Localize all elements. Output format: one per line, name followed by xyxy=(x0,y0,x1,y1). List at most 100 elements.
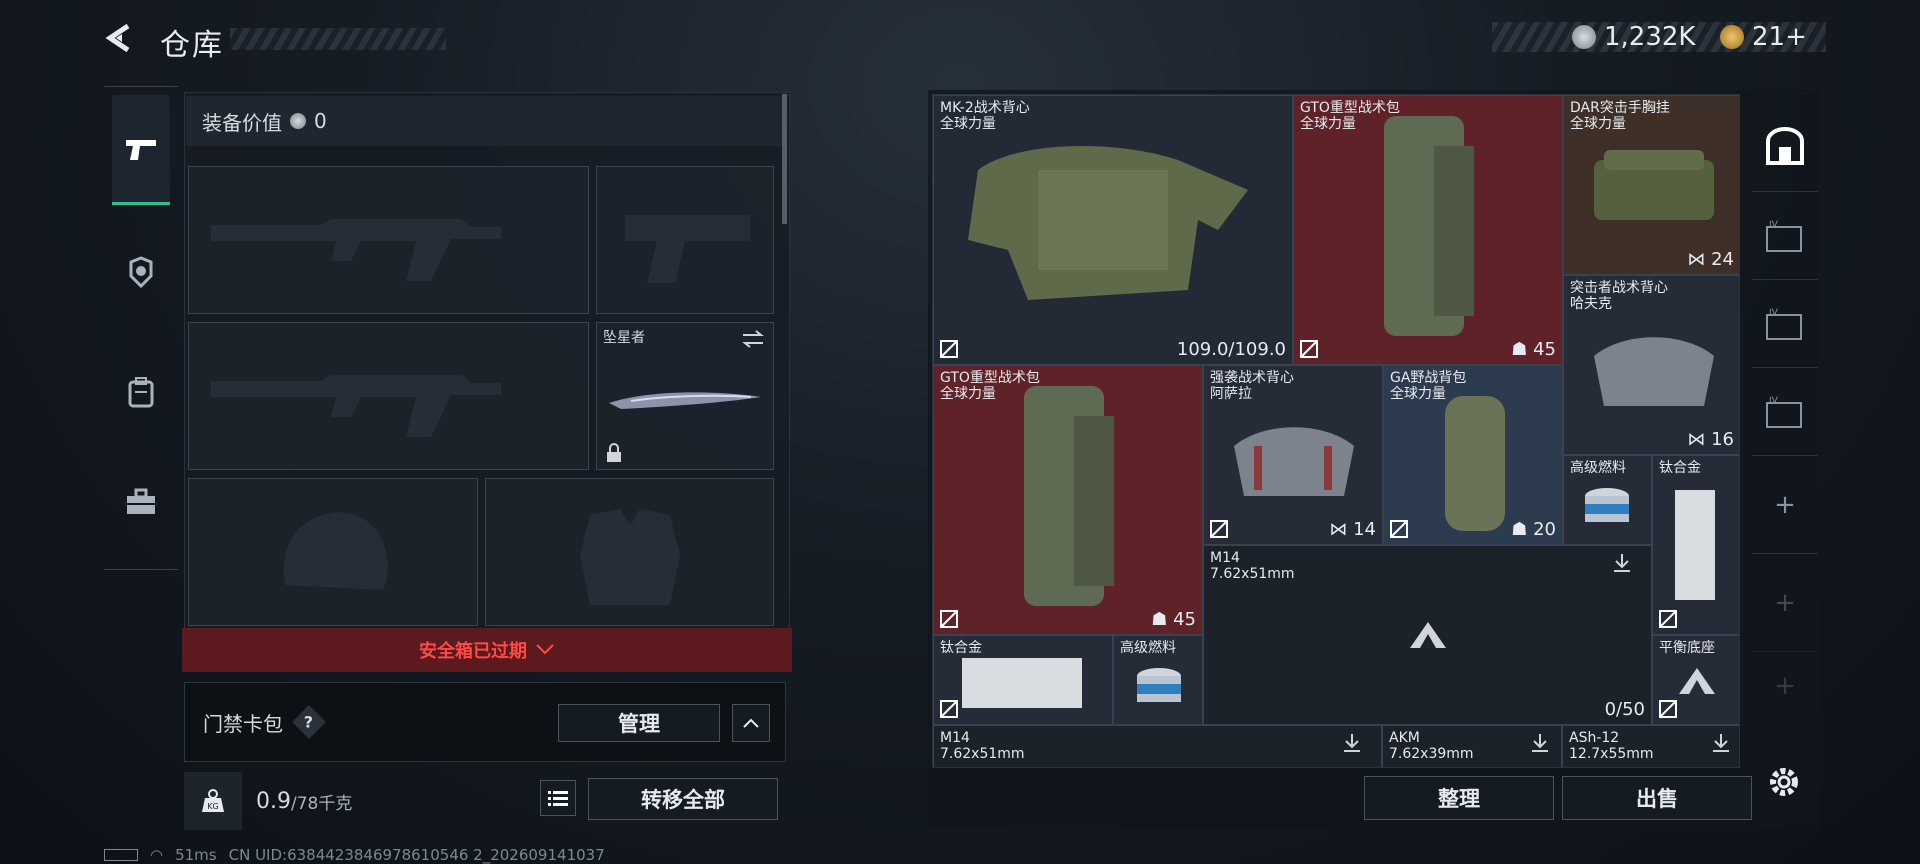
capacity: ⋈ 14 xyxy=(1329,519,1376,540)
item-name: M14 7.62x51mm xyxy=(1210,550,1295,582)
melee-slot[interactable]: 坠星者 xyxy=(596,322,774,470)
item-ga-backpack[interactable]: GA野战背包 全球力量 ☗ 20 xyxy=(1383,365,1563,545)
capacity: ☗ 45 xyxy=(1151,609,1196,630)
tab-box-3[interactable]: IV xyxy=(1752,368,1818,456)
weight-icon: KG xyxy=(184,772,242,830)
capacity: ⋈ 16 xyxy=(1687,429,1734,450)
storage-grid: MK-2战术背心 全球力量 109.0/109.0 GTO重型战术包 全球力量 ☗ … xyxy=(932,94,1740,768)
item-gto-bag-2[interactable]: GTO重型战术包 全球力量 ☗ 45 xyxy=(933,365,1203,635)
item-name: MK-2战术背心 全球力量 xyxy=(940,100,1030,132)
tab-backpack[interactable] xyxy=(112,337,170,447)
tab-box-2[interactable]: IV xyxy=(1752,280,1818,368)
item-gto-bag-1[interactable]: GTO重型战术包 全球力量 ☗ 45 xyxy=(1293,95,1563,365)
weight-capacity: /78千克 xyxy=(291,793,353,814)
no-insure-icon xyxy=(1659,700,1677,718)
item-raid-vest[interactable]: 强袭战术背心 阿萨拉 ⋈ 14 xyxy=(1203,365,1383,545)
item-name: 高级燃料 xyxy=(1120,640,1176,656)
primary-weapon-slot[interactable] xyxy=(188,166,589,314)
item-name: ASh-12 12.7x55mm xyxy=(1569,730,1654,762)
fuel-can-image xyxy=(1585,488,1629,522)
toolbox-icon xyxy=(127,488,155,514)
tab-toolbox[interactable] xyxy=(112,447,170,557)
sidearm-slot[interactable] xyxy=(596,166,774,314)
backpack-icon xyxy=(128,377,154,408)
tab-add-3: + xyxy=(1752,652,1818,720)
scrollbar[interactable] xyxy=(782,94,787,224)
svg-text:IV: IV xyxy=(1769,308,1779,318)
wifi-icon: ◠ xyxy=(150,846,164,864)
gold-currency[interactable]: 21+ xyxy=(1720,22,1807,52)
tab-add-2: + xyxy=(1752,554,1818,652)
list-view-button[interactable] xyxy=(540,780,576,816)
rifle-silhouette-icon xyxy=(211,375,501,437)
manage-button[interactable]: 管理 xyxy=(558,704,720,742)
secondary-weapon-slot[interactable] xyxy=(188,322,589,470)
item-fuel-2[interactable]: 高级燃料 xyxy=(1113,635,1203,725)
pistol-icon xyxy=(126,139,156,160)
safe-icon xyxy=(1766,126,1804,165)
chevron-up-icon xyxy=(743,718,759,728)
download-icon[interactable] xyxy=(1710,732,1732,754)
back-icon[interactable] xyxy=(102,20,138,56)
plus-icon: + xyxy=(1774,489,1796,520)
silver-currency: 1,232K xyxy=(1572,22,1695,52)
item-balance-base[interactable]: 平衡底座 xyxy=(1652,635,1739,725)
item-name: M14 7.62x51mm xyxy=(940,730,1025,762)
rifle-silhouette-icon xyxy=(211,219,501,281)
no-insure-icon xyxy=(940,700,958,718)
sort-button[interactable]: 整理 xyxy=(1364,776,1554,820)
download-icon[interactable] xyxy=(1341,732,1363,754)
item-name: 强袭战术背心 阿萨拉 xyxy=(1210,370,1294,402)
help-icon[interactable]: ? xyxy=(292,705,326,739)
title-decoration xyxy=(230,28,446,50)
download-icon[interactable] xyxy=(1611,552,1633,574)
safe-box-expired-banner[interactable]: 安全箱已过期 xyxy=(182,628,792,672)
storage-tabs: IV IV IV + + + xyxy=(1752,100,1818,720)
tab-armor[interactable] xyxy=(112,217,170,327)
silver-coin-icon xyxy=(1572,25,1596,49)
no-insure-icon xyxy=(940,610,958,628)
item-name: 钛合金 xyxy=(940,640,982,656)
svg-text:KG: KG xyxy=(207,802,218,811)
tab-add-1[interactable]: + xyxy=(1752,456,1818,554)
item-assault-vest[interactable]: 突击者战术背心 哈夫克 ⋈ 16 xyxy=(1563,275,1739,455)
swap-icon[interactable] xyxy=(741,329,765,349)
item-fuel-1[interactable]: 高级燃料 xyxy=(1563,455,1652,545)
vest-image xyxy=(1234,427,1354,496)
item-name: 高级燃料 xyxy=(1570,460,1626,476)
lock-icon xyxy=(607,443,621,462)
no-insure-icon xyxy=(1300,340,1318,358)
svg-text:IV: IV xyxy=(1769,220,1779,230)
helmet-icon xyxy=(129,256,153,288)
ping: 51ms xyxy=(175,846,217,864)
tab-weapons[interactable] xyxy=(112,95,170,205)
list-icon xyxy=(548,791,568,806)
sell-button[interactable]: 出售 xyxy=(1562,776,1752,820)
item-name: 平衡底座 xyxy=(1659,640,1715,656)
item-titanium-1[interactable]: 钛合金 xyxy=(1652,455,1739,635)
silver-coin-icon xyxy=(290,113,306,129)
collapse-button[interactable] xyxy=(732,704,770,742)
equipment-value-row: 装备价值 0 xyxy=(186,96,786,146)
tab-box-1[interactable]: IV xyxy=(1752,192,1818,280)
capacity: ☗ 20 xyxy=(1511,519,1556,540)
backpack-image xyxy=(1445,396,1505,531)
no-insure-icon xyxy=(940,340,958,358)
weight-current: 0.9 xyxy=(256,788,291,814)
helmet-slot[interactable] xyxy=(188,478,478,626)
download-icon[interactable] xyxy=(1529,732,1551,754)
armor-slot[interactable] xyxy=(485,478,774,626)
transfer-all-button[interactable]: 转移全部 xyxy=(588,778,778,820)
item-akm-row[interactable]: AKM 7.62x39mm xyxy=(1382,725,1562,767)
equipment-value: 0 xyxy=(314,109,327,133)
item-m14-mag[interactable]: M14 7.62x51mm 0/50 xyxy=(1203,545,1652,725)
tab-safe[interactable] xyxy=(1752,100,1818,192)
item-ash12-row[interactable]: ASh-12 12.7x55mm xyxy=(1562,725,1739,767)
item-titanium-2[interactable]: 钛合金 xyxy=(933,635,1113,725)
settings-icon[interactable] xyxy=(1766,764,1802,804)
helmet-silhouette-icon xyxy=(283,512,388,590)
item-dar-rig[interactable]: DAR突击手胸挂 全球力量 ⋈ 24 xyxy=(1563,95,1739,275)
item-m14-row[interactable]: M14 7.62x51mm xyxy=(933,725,1382,767)
gold-coin-icon xyxy=(1720,25,1744,49)
item-mk2-vest[interactable]: MK-2战术背心 全球力量 109.0/109.0 xyxy=(933,95,1293,365)
